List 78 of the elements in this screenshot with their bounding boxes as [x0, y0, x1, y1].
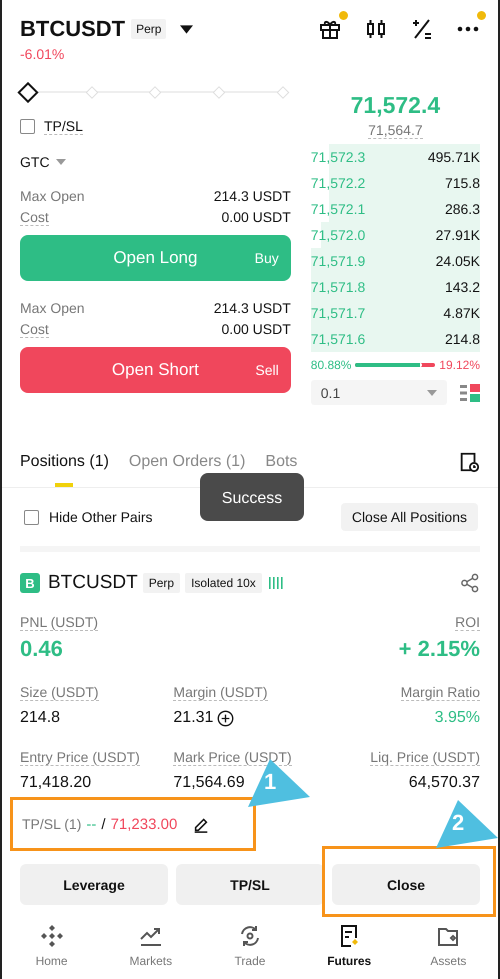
history-icon[interactable]: [458, 451, 480, 473]
bid-quantity: 214.8: [444, 331, 480, 347]
tpsl-separator: /: [101, 816, 106, 832]
metric-value: 214.8: [20, 709, 60, 727]
success-toast: Success: [200, 473, 304, 521]
position-symbol: BTCUSDT: [48, 572, 138, 594]
position-tag: Perp: [142, 573, 180, 593]
mark-price: 71,564.7: [368, 122, 423, 139]
add-circle-icon[interactable]: [217, 710, 234, 726]
stop-loss-value: 71,233.00: [110, 816, 178, 832]
bid-quantity: 715.8: [444, 175, 480, 191]
symbol-title[interactable]: BTCUSDT: [20, 16, 126, 42]
order-info-value: 214.3 USDT: [214, 300, 291, 316]
order-info-label: Cost: [20, 209, 49, 226]
metric-value: 0.46: [20, 636, 63, 662]
nav-item[interactable]: Markets: [101, 913, 200, 979]
last-price: 71,572.4: [350, 92, 442, 119]
leverage-slider[interactable]: [20, 82, 291, 102]
close-all-button[interactable]: Close All Positions: [340, 503, 478, 531]
metric-value: 3.95%: [434, 709, 480, 727]
dropdown-caret-icon[interactable]: [180, 24, 194, 34]
time-in-force-select[interactable]: GTC: [20, 154, 50, 170]
share-icon[interactable]: [460, 573, 480, 593]
order-info-value: 0.00 USDT: [222, 209, 291, 226]
position-action-button[interactable]: Leverage: [20, 864, 168, 905]
order-info-label: Max Open: [20, 188, 85, 204]
sell-ratio: 19.12%: [439, 358, 480, 372]
metric-label: Margin Ratio: [400, 684, 480, 701]
metric-value: + 2.15%: [398, 636, 480, 662]
metric-label: Liq. Price (USDT): [370, 749, 480, 766]
price-change: -6.01%: [20, 46, 66, 62]
order-info-value: 214.3 USDT: [214, 188, 291, 204]
metric-label: Margin (USDT): [173, 684, 268, 701]
take-profit-value: --: [86, 816, 96, 832]
book-layout-icon[interactable]: [460, 382, 480, 402]
open-short-button[interactable]: Open Short Sell: [20, 347, 291, 393]
bid-quantity: 286.3: [444, 201, 480, 217]
adl-indicator-icon: [268, 577, 283, 589]
metric-label: ROI: [455, 614, 480, 631]
calculator-icon[interactable]: [410, 17, 434, 41]
position-action-button[interactable]: Close: [332, 864, 480, 905]
tpsl-label: TP/SL (1): [22, 816, 82, 832]
bid-quantity: 143.2: [444, 279, 480, 295]
diamond-logo-icon[interactable]: [40, 924, 64, 948]
nav-item[interactable]: Trade: [200, 913, 300, 979]
hide-pairs-label: Hide Other Pairs: [49, 509, 152, 525]
bid-quantity: 24.05K: [436, 253, 480, 269]
bid-quantity: 4.87K: [443, 305, 480, 321]
position-action-button[interactable]: TP/SL: [176, 864, 324, 905]
order-info-label: Max Open: [20, 300, 85, 316]
tpsl-label: TP/SL: [44, 118, 83, 135]
bid-quantity: 495.71K: [428, 149, 480, 165]
order-info-label: Cost: [20, 321, 49, 338]
position-tab[interactable]: Positions (1): [20, 437, 109, 487]
metric-value: 64,570.37: [408, 774, 480, 792]
metric-label: Entry Price (USDT): [20, 749, 140, 766]
step-number: 1: [264, 769, 276, 795]
tpsl-checkbox[interactable]: [20, 119, 35, 134]
nav-item[interactable]: Home: [2, 913, 102, 979]
precision-select[interactable]: 0.1: [310, 380, 447, 405]
metric-label: PNL (USDT): [20, 614, 98, 631]
metric-value: 71,418.20: [20, 774, 92, 792]
open-long-button[interactable]: Open Long Buy: [20, 235, 291, 281]
exchange-icon[interactable]: [238, 924, 262, 948]
metric-value: 71,564.69: [173, 774, 245, 792]
perp-tag: Perp: [131, 19, 166, 39]
order-info-value: 0.00 USDT: [222, 321, 291, 338]
nav-item[interactable]: Futures: [300, 913, 399, 979]
bid-quantity: 27.91K: [436, 227, 480, 243]
step-number: 2: [452, 810, 464, 836]
position-tag: Isolated 10x: [185, 573, 262, 593]
buy-ratio: 80.88%: [310, 358, 352, 372]
metric-value: 21.31: [173, 709, 214, 727]
hide-pairs-checkbox[interactable]: [24, 510, 39, 524]
candlestick-icon[interactable]: [364, 17, 388, 41]
metric-label: Size (USDT): [20, 684, 99, 701]
coin-badge: B: [20, 573, 40, 593]
nav-item[interactable]: Assets: [398, 913, 498, 979]
